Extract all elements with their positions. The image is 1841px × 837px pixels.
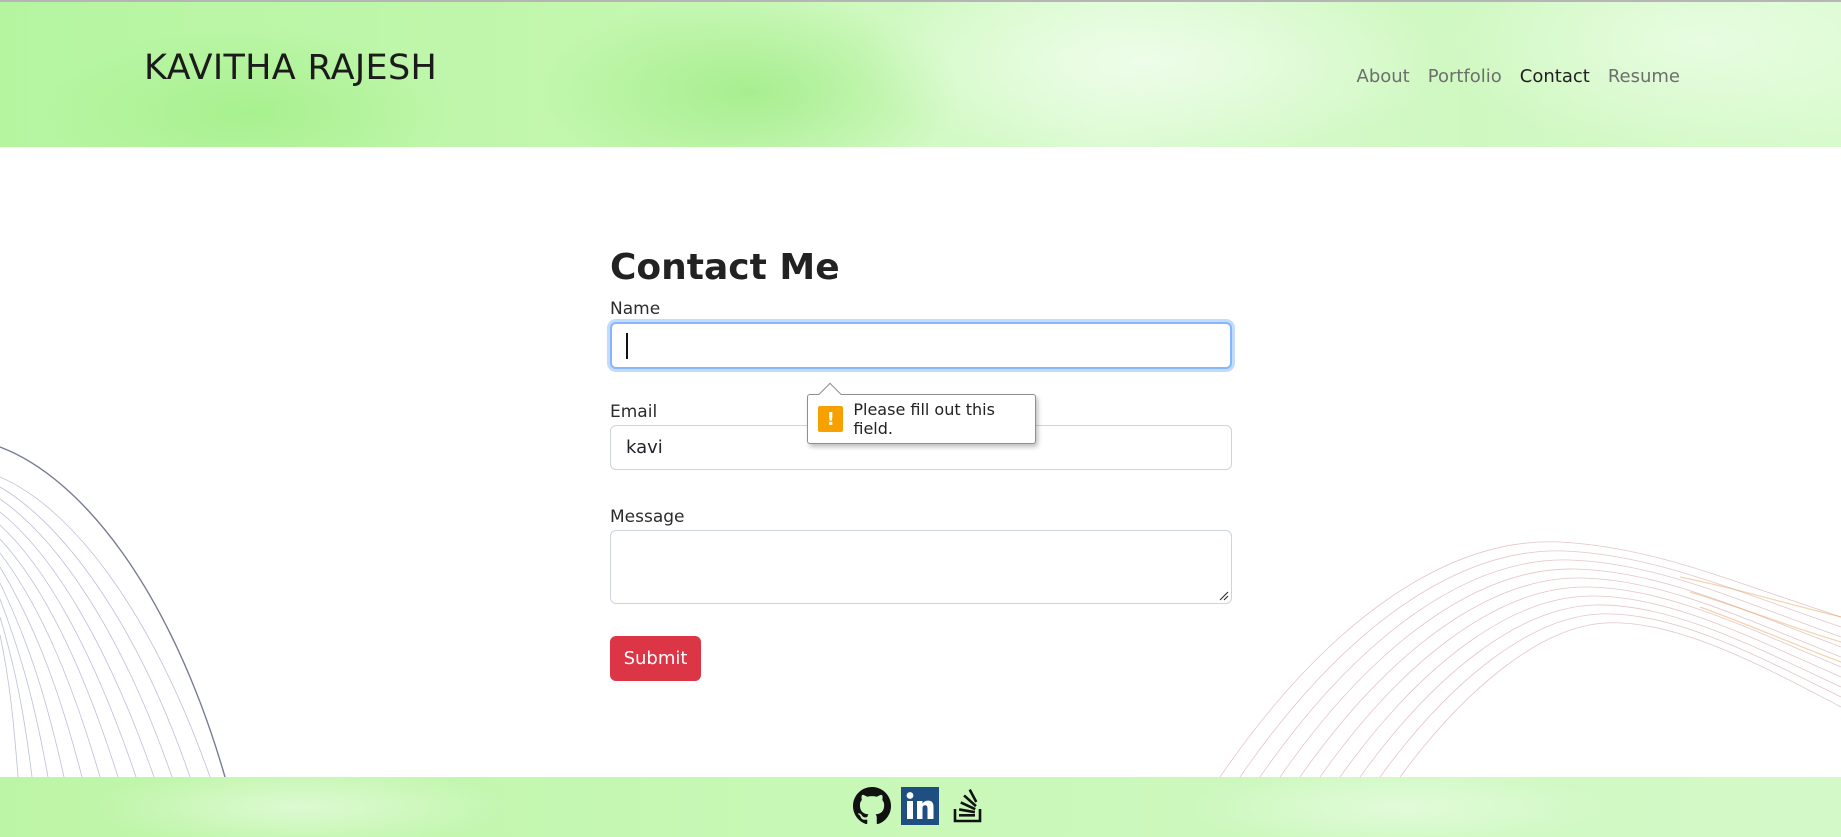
github-icon[interactable] <box>853 787 891 825</box>
page: KAVITHA RAJESH About Portfolio Contact R… <box>0 0 1841 837</box>
stackoverflow-icon[interactable] <box>949 787 987 825</box>
nav-contact[interactable]: Contact <box>1511 66 1599 87</box>
validation-tooltip: ! Please fill out this field. <box>807 382 1036 444</box>
resize-grip-icon[interactable] <box>1217 589 1229 601</box>
page-title: Contact Me <box>610 247 840 288</box>
warning-icon: ! <box>818 406 844 432</box>
email-value: kavi <box>626 437 663 458</box>
nav-portfolio[interactable]: Portfolio <box>1419 66 1511 87</box>
nav-about[interactable]: About <box>1348 66 1419 87</box>
site-footer <box>0 777 1841 837</box>
tooltip-text: Please fill out this field. <box>853 400 995 438</box>
site-header: KAVITHA RAJESH About Portfolio Contact R… <box>0 0 1841 147</box>
main-nav: About Portfolio Contact Resume <box>1348 66 1689 87</box>
message-label: Message <box>610 507 685 527</box>
social-links <box>853 787 987 825</box>
message-textarea[interactable] <box>610 530 1232 604</box>
name-input[interactable] <box>610 322 1232 369</box>
nav-resume[interactable]: Resume <box>1599 66 1689 87</box>
linkedin-icon[interactable] <box>901 787 939 825</box>
submit-button[interactable]: Submit <box>610 636 701 681</box>
name-label: Name <box>610 299 661 319</box>
text-caret <box>626 332 628 359</box>
site-brand[interactable]: KAVITHA RAJESH <box>144 48 437 88</box>
